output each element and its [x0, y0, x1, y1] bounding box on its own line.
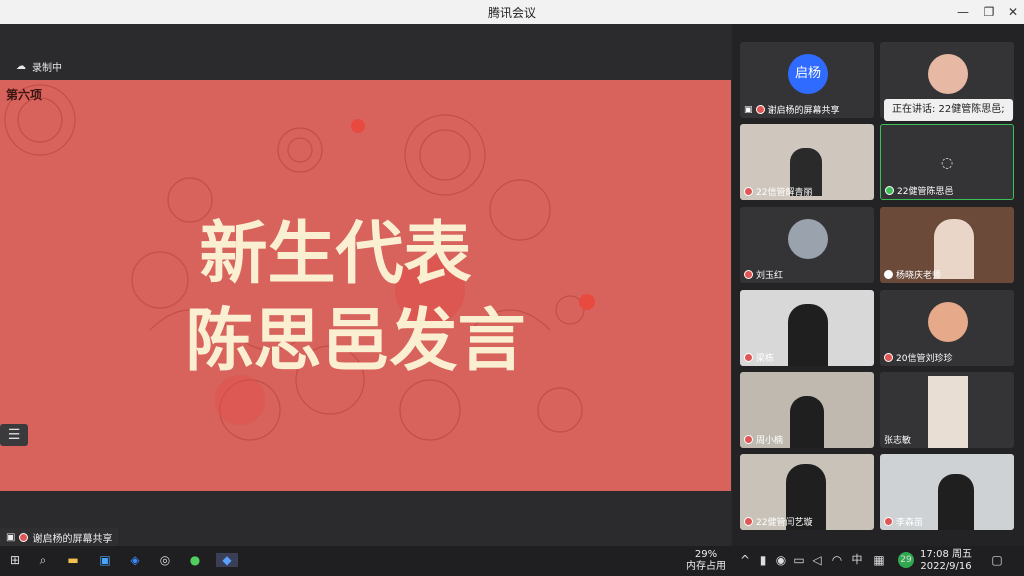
participant-name: 周小楠: [756, 436, 784, 446]
ime-indicator[interactable]: 中: [850, 553, 864, 567]
avatar: [928, 302, 968, 342]
participant-name: 20信管刘珍珍: [896, 354, 953, 364]
mic-muted-icon: [884, 517, 893, 526]
participant-name: 梁栋: [756, 354, 775, 364]
title-bar: 腾讯会议 — ❐ ✕: [0, 0, 1024, 24]
tencent-meeting-icon[interactable]: ◆: [216, 553, 238, 567]
participant-tile[interactable]: ◌ 22健管陈思邑: [880, 124, 1014, 200]
system-clock[interactable]: 17:08 周五 2022/9/16: [920, 549, 972, 573]
recording-indicator: ☁ 录制中: [16, 59, 62, 74]
window-title: 腾讯会议: [487, 6, 536, 20]
restore-icon[interactable]: ❐: [976, 0, 1002, 24]
participant-name: 杨晓庆老师: [896, 271, 942, 281]
avatar: 启杨: [788, 54, 828, 94]
wifi-icon[interactable]: ◠: [830, 553, 844, 567]
slide-title-line1: 新生代表: [199, 214, 472, 294]
section-label: 第六项: [6, 88, 43, 102]
mic-muted-icon: [19, 532, 29, 542]
mic-muted-icon: [755, 105, 765, 114]
participant-video: [938, 474, 974, 530]
loading-icon: ◌: [941, 155, 954, 171]
windows-taskbar: ⊞ ⌕ ▬ ▣ ◈ ◎ ● ◆ 29% 内存占用 ^ ▮ ◉ ▭ ◁ ◠ 中 ▦…: [0, 546, 1024, 576]
participant-name: 22信管解青丽: [756, 188, 813, 198]
active-speaker-tooltip: 正在讲话: 22健管陈思邑;: [884, 99, 1013, 121]
memory-label: 内存占用: [686, 561, 726, 572]
app-icon[interactable]: ◎: [158, 553, 172, 567]
minimize-icon[interactable]: —: [950, 0, 976, 24]
participant-tile[interactable]: 张志敏: [880, 372, 1014, 448]
participant-tile[interactable]: 杨晓庆老师: [880, 207, 1014, 283]
mic-muted-icon: [744, 270, 753, 279]
mic-muted-icon: [744, 517, 753, 526]
tray-icon[interactable]: ▮: [756, 553, 770, 567]
participant-name: 22健管陈思邑: [897, 187, 954, 197]
participant-tile[interactable]: 李森苗: [880, 454, 1014, 530]
mic-muted-icon: [744, 435, 753, 444]
participant-tile[interactable]: 梁栋: [740, 290, 874, 366]
search-icon[interactable]: ⌕: [36, 553, 50, 567]
screen-share-icon: ▣: [744, 104, 753, 115]
volume-icon[interactable]: ◁: [810, 553, 824, 567]
recording-label: 录制中: [32, 63, 62, 74]
participant-name: 谢启杨的屏幕共享: [767, 106, 840, 116]
share-banner-label: 谢启杨的屏幕共享: [32, 533, 113, 545]
clock-time: 17:08 周五: [920, 549, 972, 560]
action-center-icon[interactable]: ▢: [990, 553, 1004, 567]
participant-tile[interactable]: 20信管刘珍珍: [880, 290, 1014, 366]
clock-date: 2022/9/16: [920, 561, 972, 572]
participant-video: [928, 376, 968, 448]
participant-name: 张志敏: [884, 436, 912, 446]
screen-share-banner: ▣ 谢启杨的屏幕共享: [0, 528, 119, 546]
battery-icon[interactable]: ▭: [792, 553, 806, 567]
participant-tile[interactable]: 刘玉红: [740, 207, 874, 283]
list-menu-icon[interactable]: ☰: [0, 424, 28, 446]
mic-muted-icon: [744, 187, 753, 196]
shared-screen-stage: ☁ 录制中 第六项 新生代表 陈思邑发言 ☰ ▣ 谢启杨的屏幕共享: [0, 24, 732, 546]
chevron-up-icon[interactable]: ^: [738, 553, 752, 567]
store-icon[interactable]: ▣: [98, 553, 112, 567]
participant-tile[interactable]: 22信管解青丽: [740, 124, 874, 200]
participant-video: [790, 396, 824, 448]
participant-tile[interactable]: 周小楠: [740, 372, 874, 448]
notification-badge[interactable]: 29: [898, 552, 914, 568]
memory-percent: 29%: [694, 549, 718, 560]
participant-name: 刘玉红: [756, 271, 784, 281]
tray-icon[interactable]: ◉: [774, 553, 788, 567]
memory-usage: 29% 内存占用: [686, 549, 726, 573]
avatar: [928, 54, 968, 94]
avatar: [788, 219, 828, 259]
close-icon[interactable]: ✕: [1000, 0, 1024, 24]
file-explorer-icon[interactable]: ▬: [66, 553, 80, 567]
slide-title-line2: 陈思邑发言: [185, 301, 526, 381]
mic-muted-icon: [884, 353, 893, 362]
mic-active-icon: [885, 186, 894, 195]
windows-start-icon[interactable]: ⊞: [8, 553, 22, 567]
mic-icon: [884, 270, 893, 279]
presentation-slide: 第六项 新生代表 陈思邑发言: [0, 80, 731, 491]
participant-tile[interactable]: 启杨 ▣ 谢启杨的屏幕共享: [740, 42, 874, 118]
cloud-icon: ☁: [16, 61, 26, 72]
wechat-icon[interactable]: ●: [188, 553, 202, 567]
keyboard-icon[interactable]: ▦: [872, 553, 886, 567]
mic-muted-icon: [744, 353, 753, 362]
participant-tile[interactable]: 22健管闫艺璇: [740, 454, 874, 530]
participant-name: 李森苗: [896, 518, 924, 528]
participant-video: [788, 304, 828, 366]
browser-icon[interactable]: ◈: [128, 553, 142, 567]
screen-share-icon: ▣: [6, 531, 16, 543]
participant-name: 22健管闫艺璇: [756, 518, 813, 528]
